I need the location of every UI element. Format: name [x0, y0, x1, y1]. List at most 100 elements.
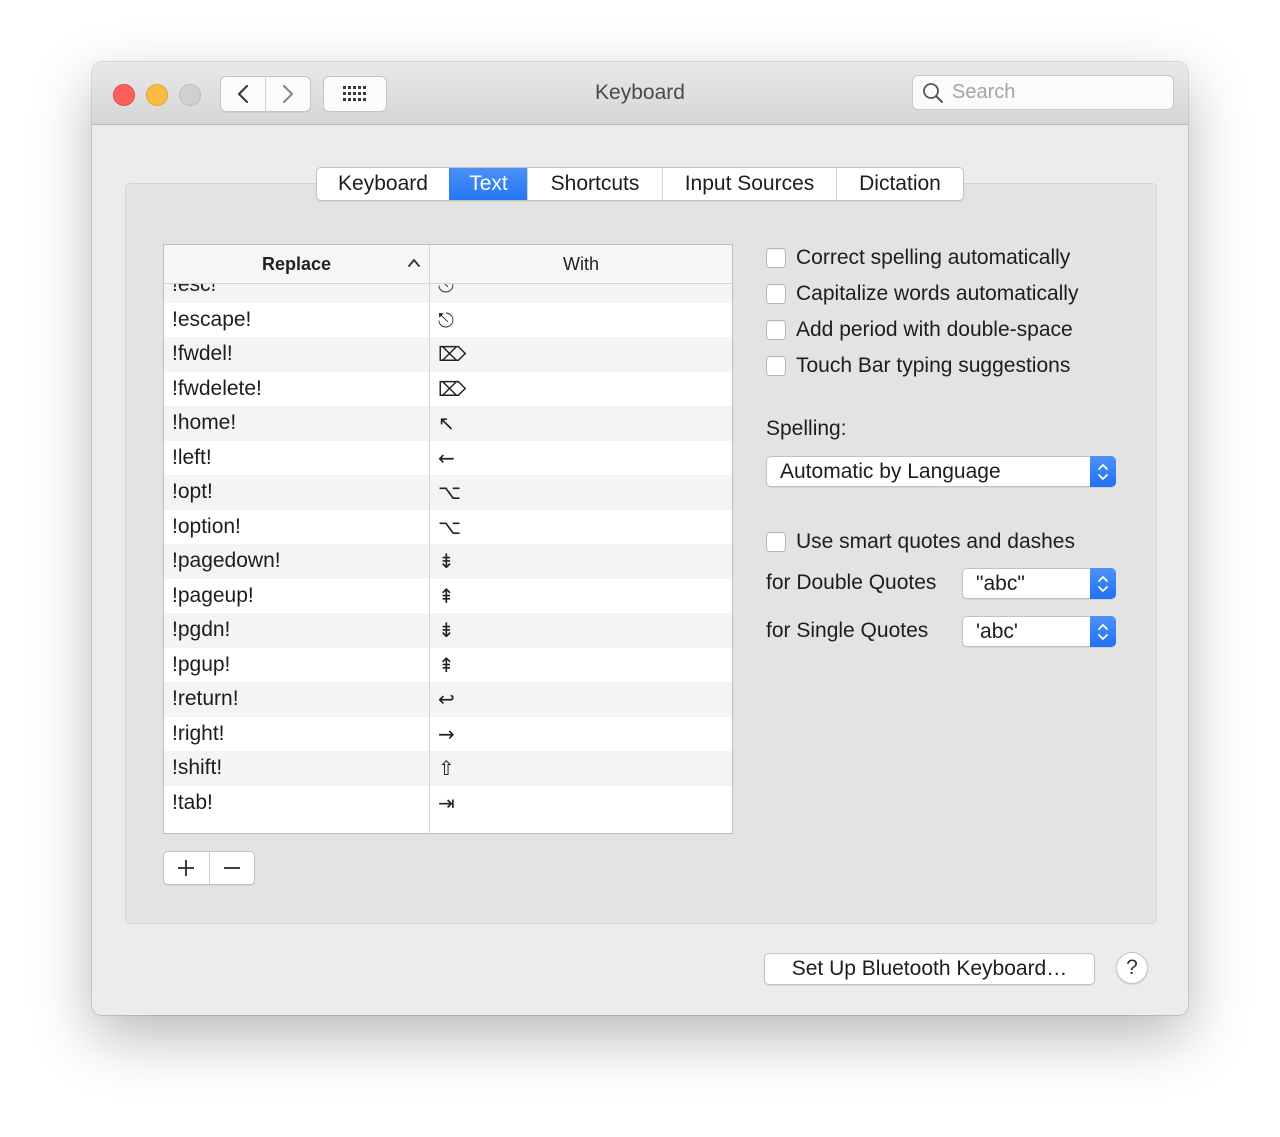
- help-button[interactable]: ?: [1116, 952, 1148, 984]
- replace-cell: !pgdn!: [172, 618, 231, 642]
- text-options: Correct spelling automatically Capitaliz…: [766, 240, 1078, 384]
- with-cell: ⌥: [438, 480, 462, 505]
- table-row[interactable]: !fwdel! ⌦: [164, 337, 732, 372]
- replace-cell: !left!: [172, 445, 212, 469]
- replace-cell: !right!: [172, 721, 225, 745]
- with-cell: ↩: [438, 687, 455, 712]
- column-divider: [429, 283, 430, 833]
- table-body: !esc! ⎋ !escape! ⎋ !fwdel! ⌦ !fwdelete! ⌦ !h…: [164, 284, 732, 833]
- table-row[interactable]: !pgup! ⇞: [164, 647, 732, 682]
- touch-bar-suggestions-checkbox[interactable]: Touch Bar typing suggestions: [766, 348, 1078, 384]
- checkbox-box[interactable]: [766, 284, 786, 304]
- tab-keyboard[interactable]: Keyboard: [317, 168, 449, 200]
- with-cell: ⌦: [438, 376, 467, 401]
- column-header-replace[interactable]: Replace: [164, 245, 430, 283]
- checkbox-box[interactable]: [766, 248, 786, 268]
- with-cell: ⇟: [438, 618, 455, 643]
- checkbox-label: Capitalize words automatically: [796, 282, 1079, 305]
- add-period-checkbox[interactable]: Add period with double-space: [766, 312, 1078, 348]
- table-row[interactable]: !pagedown! ⇟: [164, 544, 732, 579]
- replace-cell: !esc!: [172, 284, 217, 297]
- checkbox-label: Correct spelling automatically: [796, 246, 1071, 269]
- table-row[interactable]: !esc! ⎋: [164, 284, 732, 303]
- replace-cell: !opt!: [172, 480, 213, 504]
- text-replacement-table[interactable]: Replace With !esc! ⎋ !escape! ⎋ !fwdel! ⌦ !…: [163, 244, 733, 834]
- with-cell: ←: [438, 445, 455, 470]
- spelling-label: Spelling:: [766, 417, 847, 440]
- search-field[interactable]: [912, 75, 1174, 110]
- capitalize-words-checkbox[interactable]: Capitalize words automatically: [766, 276, 1078, 312]
- smart-quotes-option: Use smart quotes and dashes: [766, 524, 1075, 560]
- search-icon: [923, 82, 943, 103]
- table-header: Replace With: [164, 245, 732, 284]
- double-quotes-value: "abc": [976, 572, 1025, 595]
- preferences-window: Keyboard Keyboard Text Shortcuts Input S…: [92, 62, 1188, 1015]
- table-row[interactable]: !fwdelete! ⌦: [164, 371, 732, 406]
- table-row[interactable]: !return! ↩: [164, 682, 732, 717]
- with-cell: ⌦: [438, 342, 467, 367]
- titlebar: Keyboard: [92, 62, 1188, 125]
- with-cell: ⇞: [438, 652, 455, 677]
- table-row[interactable]: !opt! ⌥: [164, 475, 732, 510]
- smart-quotes-checkbox[interactable]: Use smart quotes and dashes: [766, 524, 1075, 560]
- tab-dictation[interactable]: Dictation: [836, 168, 963, 200]
- replace-cell: !pageup!: [172, 583, 254, 607]
- replace-cell: !pgup!: [172, 652, 231, 676]
- table-row[interactable]: !right! →: [164, 716, 732, 751]
- replace-cell: !fwdelete!: [172, 376, 262, 400]
- double-quotes-label: for Double Quotes: [766, 571, 937, 594]
- checkbox-box[interactable]: [766, 320, 786, 340]
- table-row[interactable]: !pageup! ⇞: [164, 578, 732, 613]
- checkbox-label: Touch Bar typing suggestions: [796, 354, 1071, 377]
- replace-cell: !tab!: [172, 790, 213, 814]
- table-row[interactable]: !escape! ⎋: [164, 302, 732, 337]
- column-header-with[interactable]: With: [430, 245, 732, 283]
- table-row[interactable]: !home! ↖: [164, 406, 732, 441]
- correct-spelling-checkbox[interactable]: Correct spelling automatically: [766, 240, 1078, 276]
- tab-shortcuts[interactable]: Shortcuts: [527, 168, 662, 200]
- table-row[interactable]: !option! ⌥: [164, 509, 732, 544]
- sort-ascending-icon: [408, 259, 420, 267]
- replace-cell: !shift!: [172, 756, 223, 780]
- plus-icon: [178, 860, 195, 876]
- single-quotes-popup[interactable]: 'abc': [962, 616, 1116, 647]
- single-quotes-label: for Single Quotes: [766, 619, 929, 642]
- tab-text[interactable]: Text: [449, 168, 527, 200]
- spelling-popup[interactable]: Automatic by Language: [766, 456, 1116, 487]
- popup-arrows-icon: [1090, 568, 1116, 599]
- table-row[interactable]: !left! ←: [164, 440, 732, 475]
- with-cell: ⎋: [438, 284, 454, 298]
- with-cell: ⎋: [438, 307, 454, 332]
- with-cell: ⇧: [438, 756, 455, 781]
- with-cell: ↖: [438, 411, 455, 436]
- checkbox-label: Use smart quotes and dashes: [796, 530, 1075, 553]
- replace-cell: !home!: [172, 411, 237, 435]
- replace-cell: !fwdel!: [172, 342, 233, 366]
- add-remove-buttons: [163, 851, 255, 885]
- table-row[interactable]: !pgdn! ⇟: [164, 613, 732, 648]
- tab-input-sources[interactable]: Input Sources: [662, 168, 836, 200]
- with-cell: ⇞: [438, 583, 455, 608]
- table-row[interactable]: !shift! ⇧: [164, 751, 732, 786]
- replace-cell: !return!: [172, 687, 239, 711]
- replace-cell: !escape!: [172, 307, 252, 331]
- double-quotes-popup[interactable]: "abc": [962, 568, 1116, 599]
- table-row[interactable]: !tab! ⇥: [164, 785, 732, 820]
- with-cell: ⇟: [438, 549, 455, 574]
- remove-button[interactable]: [208, 852, 255, 884]
- popup-arrows-icon: [1090, 456, 1116, 487]
- spelling-value: Automatic by Language: [780, 460, 1001, 483]
- checkbox-box[interactable]: [766, 532, 786, 552]
- with-cell: ⌥: [438, 514, 462, 539]
- popup-arrows-icon: [1090, 616, 1116, 647]
- with-cell: →: [438, 721, 455, 746]
- add-button[interactable]: [164, 852, 209, 884]
- column-header-with-label: With: [563, 253, 599, 274]
- setup-bluetooth-keyboard-button[interactable]: Set Up Bluetooth Keyboard…: [764, 953, 1095, 985]
- with-cell: ⇥: [438, 790, 455, 815]
- minus-icon: [223, 867, 240, 869]
- replace-cell: !option!: [172, 514, 241, 538]
- tab-bar: Keyboard Text Shortcuts Input Sources Di…: [316, 167, 964, 201]
- search-input[interactable]: [950, 80, 1154, 105]
- checkbox-box[interactable]: [766, 356, 786, 376]
